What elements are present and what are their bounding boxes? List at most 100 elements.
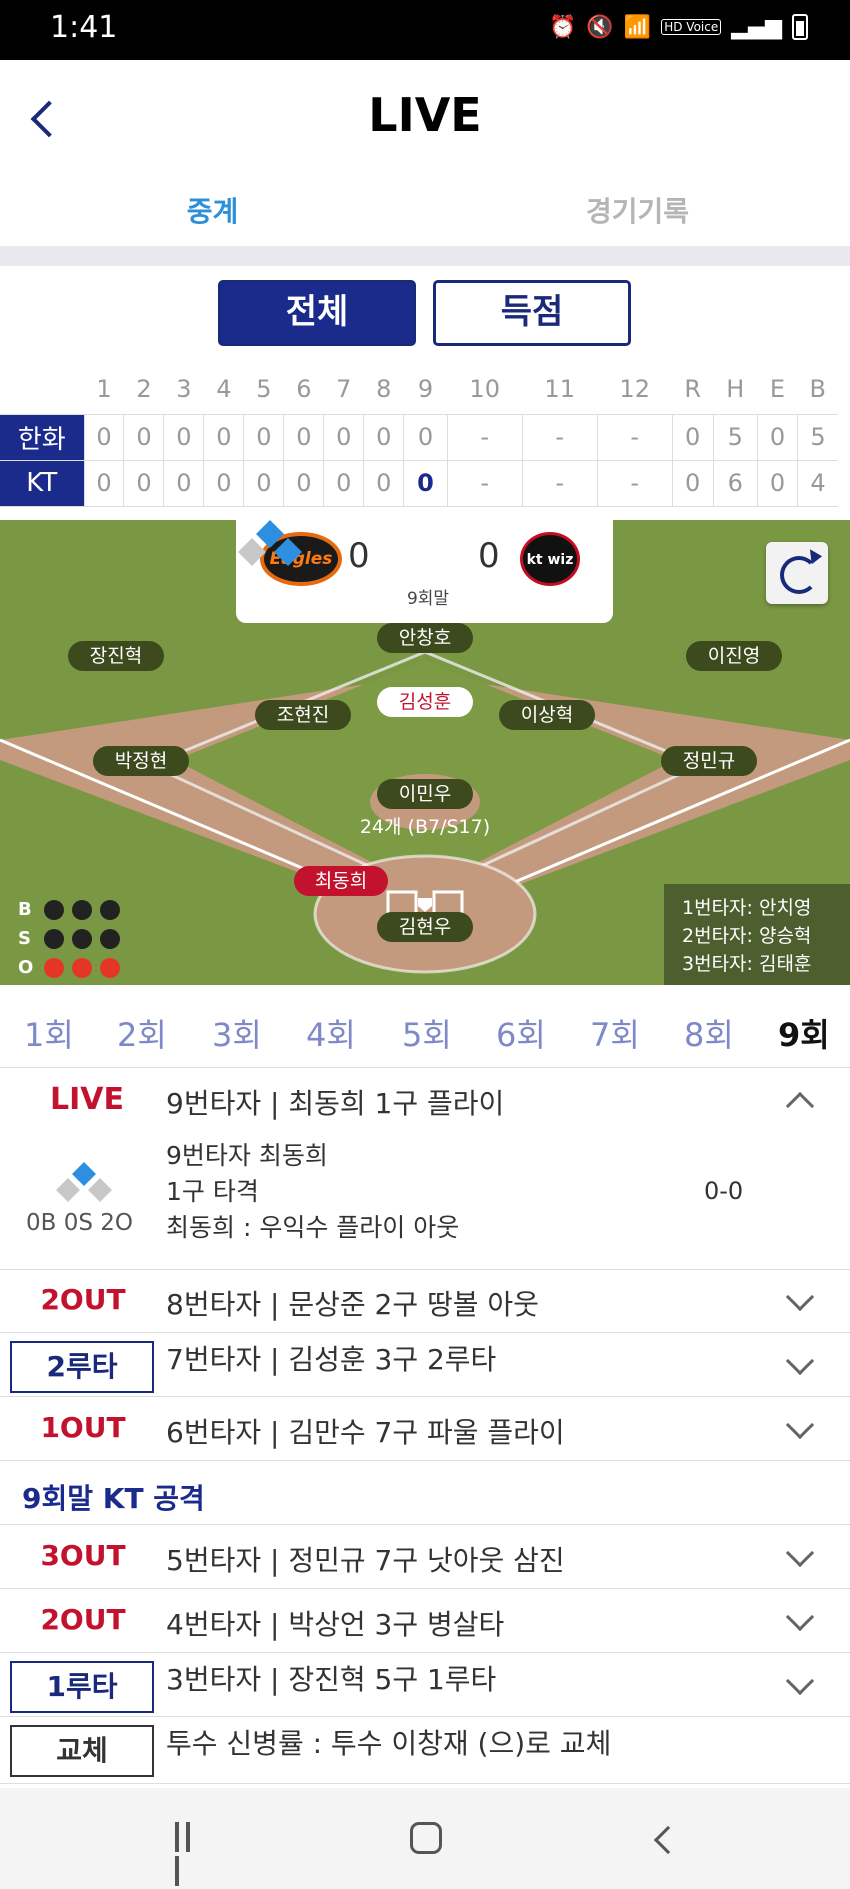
live-event[interactable]: LIVE 9번타자 | 최동희 1구 플라이 0B 0S 2O 9번타자 최동희… (0, 1068, 850, 1270)
battery-icon (792, 14, 808, 40)
inning-tab-3[interactable]: 3회 (212, 1010, 262, 1056)
score-cell: 0 (163, 413, 204, 461)
event-row[interactable]: 2OUT 4번타자 | 박상언 3구 병살타 (0, 1590, 850, 1653)
score-cell: 0 (243, 413, 284, 461)
score-cell: - (521, 413, 598, 461)
strikes-row: S (18, 924, 128, 953)
score-cell: 0 (123, 460, 164, 507)
away-score: 0 (348, 536, 370, 576)
tab-broadcast[interactable]: 중계 (0, 190, 425, 230)
player-shortstop: 조현진 (255, 700, 351, 730)
score-cell: - (446, 460, 523, 507)
event-row[interactable]: 2루타 7번타자 | 김성훈 3구 2루타 (0, 1334, 850, 1397)
chevron-down-icon[interactable] (785, 1666, 815, 1696)
player-second-base: 이상혁 (499, 700, 595, 730)
col-header: 8 (376, 374, 392, 403)
inning-tab-8[interactable]: 8회 (684, 1010, 734, 1056)
score-cell: 0 (363, 460, 404, 507)
event-row[interactable]: 1OUT 6번타자 | 김만수 7구 파울 플라이 (0, 1398, 850, 1461)
score-cell: 0 (403, 413, 448, 461)
count-label: 0B 0S 2O (26, 1210, 134, 1236)
scoreboard: 1 2 3 4 5 6 7 8 9 10 11 12 R H E B 한화 0 (0, 364, 850, 507)
event-text: 8번타자 | 문상준 2구 땅볼 아웃 (166, 1288, 539, 1321)
col-header: 3 (176, 374, 192, 403)
event-label: 2OUT (40, 1283, 126, 1316)
score-cell: 0 (756, 413, 798, 461)
section-title: 9회말 KT 공격 (22, 1482, 205, 1515)
event-badge: 교체 (10, 1725, 154, 1777)
event-text: 7번타자 | 김성훈 3구 2루타 (166, 1343, 497, 1376)
top-bar: LIVE 중계 경기기록 (0, 60, 850, 236)
pitch-count: 24개 (B7/S17) (359, 816, 491, 838)
runner-second-base: 김성훈 (377, 687, 473, 717)
score-cell: 0 (83, 413, 124, 461)
tab-game-record[interactable]: 경기기록 (425, 190, 850, 230)
chevron-down-icon[interactable] (785, 1282, 815, 1312)
batter: 최동희 (294, 866, 388, 896)
score-cell: 0 (671, 413, 714, 461)
bases-diamond-icon (56, 1162, 112, 1202)
inning-tab-9[interactable]: 9회 (778, 1010, 830, 1056)
player-center-field: 안창호 (377, 623, 473, 653)
col-header: 6 (296, 374, 312, 403)
next-batter-3: 3번타자: 김태훈 (682, 953, 812, 975)
score-cell: 0 (83, 460, 124, 507)
event-text: 6번타자 | 김만수 7구 파울 플라이 (166, 1416, 565, 1449)
player-right-field: 이진영 (686, 641, 782, 671)
team-name: 한화 (0, 413, 84, 461)
filter-all-button[interactable]: 전체 (218, 280, 416, 346)
inning-tab-2[interactable]: 2회 (117, 1010, 167, 1056)
player-left-field: 장진혁 (68, 641, 164, 671)
chevron-down-icon[interactable] (785, 1538, 815, 1568)
score-cell: 0 (203, 413, 244, 461)
live-detail-line: 1구 타격 (166, 1177, 259, 1206)
col-header: H (726, 374, 745, 403)
refresh-icon[interactable] (766, 542, 828, 604)
chevron-down-icon[interactable] (785, 1602, 815, 1632)
event-row[interactable]: 1루타 3번타자 | 장진혁 5구 1루타 (0, 1654, 850, 1717)
event-label: 1OUT (40, 1411, 126, 1444)
score-cell: 0 (323, 460, 364, 507)
event-row[interactable]: 2OUT 8번타자 | 문상준 2구 땅볼 아웃 (0, 1270, 850, 1333)
player-first-base: 정민규 (661, 746, 757, 776)
event-text: 3번타자 | 장진혁 5구 1루타 (166, 1663, 497, 1696)
live-detail-line: 최동희 : 우익수 플라이 아웃 (166, 1213, 460, 1242)
inning-tab-6[interactable]: 6회 (496, 1010, 546, 1056)
event-badge: 1루타 (10, 1661, 154, 1713)
inning-tab-5[interactable]: 5회 (402, 1010, 452, 1056)
tab-bar: 중계 경기기록 (0, 190, 850, 236)
signal-icon: ▂▄▆ (731, 14, 782, 40)
filter-score-button[interactable]: 득점 (433, 280, 631, 346)
recent-apps-icon[interactable] (175, 1822, 205, 1886)
inning-tab-7[interactable]: 7회 (590, 1010, 640, 1056)
event-text: 4번타자 | 박상언 3구 병살타 (166, 1608, 505, 1641)
col-header: 5 (256, 374, 272, 403)
event-row[interactable]: 3OUT 5번타자 | 정민규 7구 낫아웃 삼진 (0, 1526, 850, 1589)
home-icon[interactable] (410, 1822, 442, 1854)
col-header: R (684, 374, 702, 403)
live-detail: 9번타자 최동희 1구 타격 최동희 : 우익수 플라이 아웃 (166, 1138, 459, 1246)
score-cell: - (596, 460, 673, 507)
inning-tabs: 1회 2회 3회 4회 5회 6회 7회 8회 9회 (0, 1010, 850, 1068)
event-text: 투수 신병률 : 투수 이창재 (으)로 교체 (166, 1727, 612, 1760)
status-icons: ⏰ 🔇 📶 HD Voice ▂▄▆ (549, 14, 808, 40)
inning-tab-1[interactable]: 1회 (24, 1010, 74, 1056)
score-cell: 0 (283, 413, 324, 461)
alarm-icon: ⏰ (549, 14, 577, 40)
next-batters: 1번타자: 안치영 2번타자: 양승혁 3번타자: 김태훈 (664, 884, 850, 985)
score-cell: 0 (283, 460, 324, 507)
chevron-up-icon[interactable] (785, 1091, 815, 1121)
col-header: B (809, 374, 826, 403)
back-nav-icon[interactable] (653, 1825, 683, 1855)
system-nav-bar (0, 1788, 850, 1889)
player-catcher: 김현우 (377, 912, 473, 942)
chevron-down-icon[interactable] (785, 1410, 815, 1440)
score-cell: 0 (323, 413, 364, 461)
score-cell: 0 (243, 460, 284, 507)
baseball-field: Eagles 0 9회말 0 kt wiz 장진혁 안창호 이진영 조현진 김성… (0, 520, 850, 985)
score-cell: 4 (796, 460, 838, 507)
live-title: 9번타자 | 최동희 1구 플라이 (166, 1087, 505, 1120)
chevron-down-icon[interactable] (785, 1346, 815, 1376)
col-header: 1 (96, 374, 112, 403)
inning-tab-4[interactable]: 4회 (306, 1010, 356, 1056)
